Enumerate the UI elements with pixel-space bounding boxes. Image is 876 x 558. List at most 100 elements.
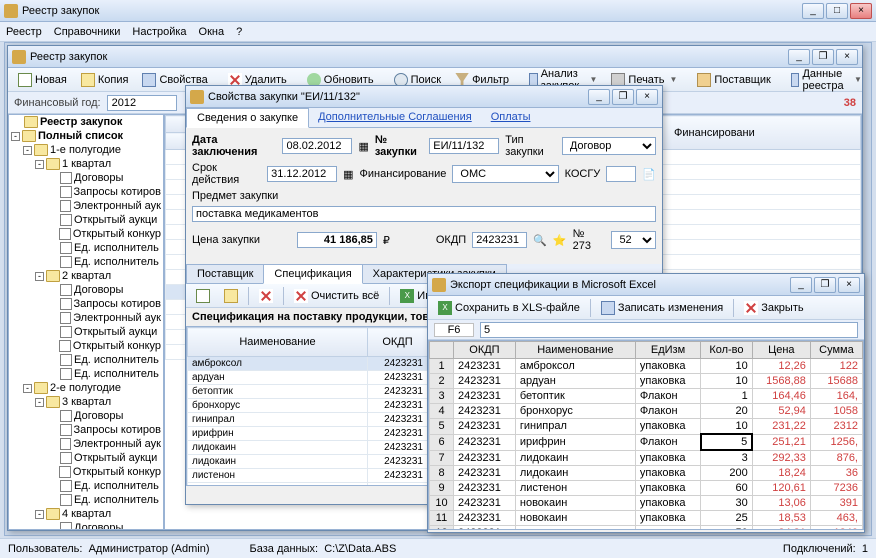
- table-row[interactable]: 52423231гинипралупаковка10231,222312: [430, 419, 863, 435]
- cell-qty[interactable]: 200: [701, 466, 753, 481]
- tree-node[interactable]: -1-е полугодие: [9, 143, 163, 157]
- tab-spec[interactable]: Спецификация: [263, 264, 362, 284]
- table-row[interactable]: 22423231ардуанупаковка101568,8815688: [430, 374, 863, 389]
- close-button[interactable]: ×: [838, 277, 860, 293]
- row-header[interactable]: 9: [430, 481, 454, 496]
- kosgu-input[interactable]: [606, 166, 636, 182]
- formula-input[interactable]: [480, 322, 858, 338]
- tree-node[interactable]: Запросы котиров: [9, 423, 163, 437]
- expand-icon[interactable]: -: [23, 384, 32, 393]
- n273-select[interactable]: 52: [611, 231, 656, 249]
- restore-button[interactable]: ❐: [812, 49, 834, 65]
- table-row[interactable]: 62423231ирифринФлакон5251,211256,: [430, 434, 863, 450]
- tree-node[interactable]: Ед. исполнитель: [9, 255, 163, 269]
- table-row[interactable]: 112423231новокаинупаковка2518,53463,: [430, 511, 863, 526]
- write-button[interactable]: Записать изменения: [595, 298, 729, 318]
- date-input[interactable]: [282, 138, 352, 154]
- col-okdp[interactable]: ОКДП: [368, 328, 428, 357]
- table-row[interactable]: 122423231прозеринупаковка5024,811240: [430, 526, 863, 531]
- cell-qty[interactable]: 60: [701, 481, 753, 496]
- minimize-button[interactable]: _: [802, 3, 824, 19]
- tree-node[interactable]: Запросы котиров: [9, 185, 163, 199]
- cell-qty[interactable]: 5: [701, 434, 753, 450]
- add-row-button[interactable]: [190, 286, 216, 306]
- tab-addendums[interactable]: Дополнительные Соглашения: [308, 108, 482, 127]
- lookup-icon[interactable]: 🔍: [533, 234, 547, 247]
- row-header[interactable]: 12: [430, 526, 454, 531]
- close-button[interactable]: ×: [836, 49, 858, 65]
- minimize-button[interactable]: _: [788, 49, 810, 65]
- tree-node[interactable]: Ед. исполнитель: [9, 353, 163, 367]
- cell-qty[interactable]: 1: [701, 389, 753, 404]
- expand-icon[interactable]: -: [35, 160, 44, 169]
- tree-node[interactable]: -4 квартал: [9, 507, 163, 521]
- minimize-button[interactable]: _: [588, 89, 610, 105]
- expand-icon[interactable]: -: [11, 132, 20, 141]
- srok-input[interactable]: [267, 166, 337, 182]
- row-header[interactable]: 8: [430, 466, 454, 481]
- tree-node[interactable]: Реестр закупок: [9, 115, 163, 129]
- restore-button[interactable]: ❐: [814, 277, 836, 293]
- menu-settings[interactable]: Настройка: [132, 26, 186, 38]
- table-row[interactable]: 82423231лидокаинупаковка20018,2436: [430, 466, 863, 481]
- cell-qty[interactable]: 25: [701, 511, 753, 526]
- tree-node[interactable]: Открытый конкур: [9, 465, 163, 479]
- num-input[interactable]: [429, 138, 499, 154]
- type-select[interactable]: Договор: [562, 137, 656, 155]
- tree-node[interactable]: Договоры: [9, 409, 163, 423]
- cell-ref[interactable]: F6: [434, 323, 474, 337]
- tree-node[interactable]: Ед. исполнитель: [9, 241, 163, 255]
- menu-ref[interactable]: Справочники: [54, 26, 121, 38]
- tree-node[interactable]: Открытый аукци: [9, 213, 163, 227]
- clear-all-button[interactable]: Очистить всё: [288, 286, 385, 306]
- tree-node[interactable]: -3 квартал: [9, 395, 163, 409]
- table-row[interactable]: 72423231лидокаинупаковка3292,33876,: [430, 450, 863, 466]
- restore-button[interactable]: ❐: [612, 89, 634, 105]
- okdp-input[interactable]: [472, 232, 527, 248]
- menu-registry[interactable]: Реестр: [6, 26, 42, 38]
- tree-node[interactable]: Открытый аукци: [9, 325, 163, 339]
- tree-node[interactable]: Электронный аук: [9, 437, 163, 451]
- col-name[interactable]: Наименование: [188, 328, 368, 357]
- fy-select[interactable]: [107, 95, 177, 111]
- tab-payments[interactable]: Оплаты: [481, 108, 541, 127]
- cell-qty[interactable]: 10: [701, 359, 753, 374]
- col-rownum[interactable]: [430, 342, 454, 359]
- tree-node[interactable]: -Полный список: [9, 129, 163, 143]
- tab-supplier[interactable]: Поставщик: [186, 264, 264, 283]
- row-header[interactable]: 3: [430, 389, 454, 404]
- calendar-icon[interactable]: ▦: [343, 168, 353, 181]
- col-sum[interactable]: Сумма: [810, 342, 862, 359]
- expand-icon[interactable]: -: [35, 272, 44, 281]
- col-qty[interactable]: Кол-во: [701, 342, 753, 359]
- tree-node[interactable]: Договоры: [9, 283, 163, 297]
- copy-row-button[interactable]: [218, 286, 244, 306]
- cell-qty[interactable]: 10: [701, 419, 753, 435]
- row-header[interactable]: 10: [430, 496, 454, 511]
- col-okdp[interactable]: ОКДП: [454, 342, 516, 359]
- close-button[interactable]: ×: [850, 3, 872, 19]
- col-name[interactable]: Наименование: [515, 342, 635, 359]
- expand-icon[interactable]: -: [23, 146, 32, 155]
- tab-info[interactable]: Сведения о закупке: [186, 108, 309, 128]
- tree-node[interactable]: Электронный аук: [9, 311, 163, 325]
- tree-node[interactable]: Электронный аук: [9, 199, 163, 213]
- cell-qty[interactable]: 20: [701, 404, 753, 419]
- subj-input[interactable]: [192, 206, 656, 222]
- cell-qty[interactable]: 10: [701, 374, 753, 389]
- lookup-icon[interactable]: 📄: [642, 168, 656, 181]
- cell-qty[interactable]: 3: [701, 450, 753, 466]
- col-price[interactable]: Цена: [752, 342, 810, 359]
- tree-node[interactable]: Ед. исполнитель: [9, 493, 163, 507]
- supplier-button[interactable]: Поставщик: [691, 70, 776, 90]
- favorite-icon[interactable]: ⭐: [553, 234, 567, 247]
- tree-node[interactable]: Договоры: [9, 521, 163, 530]
- close-button[interactable]: ×: [636, 89, 658, 105]
- copy-button[interactable]: Копия: [75, 70, 135, 90]
- new-button[interactable]: Новая: [12, 70, 73, 90]
- tree-node[interactable]: Ед. исполнитель: [9, 367, 163, 381]
- menu-help[interactable]: ?: [236, 26, 242, 38]
- tree-node[interactable]: -2 квартал: [9, 269, 163, 283]
- fin-select[interactable]: ОМС: [452, 165, 558, 183]
- cell-qty[interactable]: 30: [701, 496, 753, 511]
